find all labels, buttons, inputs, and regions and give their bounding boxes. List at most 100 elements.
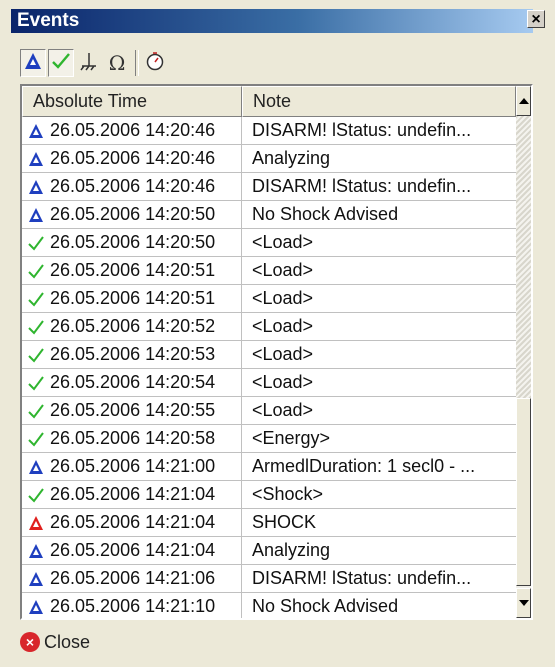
time-text: 26.05.2006 14:21:04: [50, 484, 216, 504]
table-row[interactable]: 26.05.2006 14:20:50 <Load>: [22, 229, 516, 257]
cell-time: 26.05.2006 14:20:50: [22, 229, 242, 256]
close-label: Close: [44, 631, 91, 652]
cell-note: DISARM! lStatus: undefin...: [252, 176, 472, 196]
checkmark-icon: [26, 485, 46, 505]
cell-time: 26.05.2006 14:21:06: [22, 565, 242, 592]
table-row[interactable]: 26.05.2006 14:21:04 Analyzing: [22, 537, 516, 565]
table-row[interactable]: 26.05.2006 14:20:46 DISARM! lStatus: unde…: [22, 173, 516, 201]
time-text: 26.05.2006 14:20:51: [50, 288, 216, 308]
table-row[interactable]: 26.05.2006 14:20:51 <Load>: [22, 285, 516, 313]
toolbar-separator: [135, 50, 139, 76]
blue-analysis-icon: [26, 121, 46, 141]
cell-note: DISARM! lStatus: undefin...: [252, 120, 472, 140]
cell-time: 26.05.2006 14:20:50: [22, 201, 242, 228]
cell-time: 26.05.2006 14:20:51: [22, 285, 242, 312]
cell-time: 26.05.2006 14:20:46: [22, 117, 242, 144]
table-row[interactable]: 26.05.2006 14:20:51 <Load>: [22, 257, 516, 285]
time-text: 26.05.2006 14:21:00: [50, 456, 216, 476]
time-text: 26.05.2006 14:21:06: [50, 568, 216, 588]
cell-time: 26.05.2006 14:21:10: [22, 593, 242, 618]
table-row[interactable]: 26.05.2006 14:20:52 <Load>: [22, 313, 516, 341]
cell-time: 26.05.2006 14:20:54: [22, 369, 242, 396]
events-window: Events × Ω Absolute Time Note 26.05.2006…: [0, 0, 555, 667]
column-header-absolute-time[interactable]: Absolute Time: [22, 86, 242, 117]
timer-button[interactable]: [142, 49, 168, 77]
checkmark-icon: [26, 317, 46, 337]
filter-omega-button[interactable]: Ω: [104, 49, 130, 77]
cell-time: 26.05.2006 14:20:58: [22, 425, 242, 452]
cell-note: <Shock>: [252, 484, 324, 504]
time-text: 26.05.2006 14:20:53: [50, 344, 216, 364]
checkmark-icon: [51, 52, 71, 75]
scrollbar-thumb[interactable]: [516, 398, 531, 586]
time-text: 26.05.2006 14:20:46: [50, 148, 216, 168]
table-body: 26.05.2006 14:20:46 DISARM! lStatus: unde…: [22, 117, 516, 618]
table-row[interactable]: 26.05.2006 14:20:58 <Energy>: [22, 425, 516, 453]
time-text: 26.05.2006 14:20:50: [50, 204, 216, 224]
cell-time: 26.05.2006 14:21:04: [22, 509, 242, 536]
table-row[interactable]: 26.05.2006 14:20:46 Analyzing: [22, 145, 516, 173]
table-row[interactable]: 26.05.2006 14:20:55 <Load>: [22, 397, 516, 425]
time-text: 26.05.2006 14:20:55: [50, 400, 216, 420]
scroll-up-button[interactable]: [516, 86, 531, 116]
time-text: 26.05.2006 14:20:50: [50, 232, 216, 252]
vertical-scrollbar[interactable]: [516, 86, 531, 618]
time-text: 26.05.2006 14:21:10: [50, 596, 216, 616]
table-row[interactable]: 26.05.2006 14:20:53 <Load>: [22, 341, 516, 369]
cell-time: 26.05.2006 14:20:46: [22, 145, 242, 172]
cell-note: Analyzing: [252, 540, 331, 560]
cell-time: 26.05.2006 14:20:51: [22, 257, 242, 284]
cell-note: Analyzing: [252, 148, 331, 168]
cell-time: 26.05.2006 14:21:00: [22, 453, 242, 480]
cell-note: DISARM! lStatus: undefin...: [252, 568, 472, 588]
filter-check-button[interactable]: [48, 49, 74, 77]
checkmark-icon: [26, 345, 46, 365]
cell-note: <Load>: [252, 260, 314, 280]
table-row[interactable]: 26.05.2006 14:21:10 No Shock Advised: [22, 593, 516, 618]
blue-analysis-icon: [26, 177, 46, 197]
window-close-button[interactable]: ×: [527, 10, 545, 28]
checkmark-icon: [26, 401, 46, 421]
time-text: 26.05.2006 14:20:52: [50, 316, 216, 336]
cell-note: ArmedlDuration: 1 secl0 - ...: [252, 456, 476, 476]
cell-time: 26.05.2006 14:21:04: [22, 537, 242, 564]
scrollbar-track[interactable]: [516, 116, 531, 398]
filter-ground-button[interactable]: [76, 49, 102, 77]
table-row[interactable]: 26.05.2006 14:21:04 <Shock>: [22, 481, 516, 509]
checkmark-icon: [26, 429, 46, 449]
triangle-a-icon: [24, 52, 42, 75]
cell-note: <Load>: [252, 232, 314, 252]
table-row[interactable]: 26.05.2006 14:21:00 ArmedlDuration: 1 sec…: [22, 453, 516, 481]
checkmark-icon: [26, 289, 46, 309]
table-row[interactable]: 26.05.2006 14:21:04 SHOCK: [22, 509, 516, 537]
cell-note: SHOCK: [252, 512, 317, 532]
time-text: 26.05.2006 14:20:54: [50, 372, 216, 392]
cell-time: 26.05.2006 14:20:52: [22, 313, 242, 340]
time-text: 26.05.2006 14:20:46: [50, 120, 216, 140]
table-header: Absolute Time Note: [22, 86, 516, 117]
toolbar: Ω: [20, 47, 220, 79]
time-text: 26.05.2006 14:21:04: [50, 512, 216, 532]
table-row[interactable]: 26.05.2006 14:20:50 No Shock Advised: [22, 201, 516, 229]
cell-time: 26.05.2006 14:20:46: [22, 173, 242, 200]
time-text: 26.05.2006 14:20:51: [50, 260, 216, 280]
title-bar: Events: [11, 9, 533, 33]
filter-analysis-button[interactable]: [20, 49, 46, 77]
blue-analysis-icon: [26, 597, 46, 617]
blue-analysis-icon: [26, 149, 46, 169]
cell-time: 26.05.2006 14:20:53: [22, 341, 242, 368]
table-row[interactable]: 26.05.2006 14:20:46 DISARM! lStatus: unde…: [22, 117, 516, 145]
checkmark-icon: [26, 233, 46, 253]
cell-note: <Load>: [252, 288, 314, 308]
close-button[interactable]: × Close: [20, 628, 90, 656]
scroll-down-button[interactable]: [516, 588, 531, 618]
blue-analysis-icon: [26, 457, 46, 477]
time-text: 26.05.2006 14:21:04: [50, 540, 216, 560]
cell-note: <Load>: [252, 372, 314, 392]
cell-note: <Load>: [252, 316, 314, 336]
table-row[interactable]: 26.05.2006 14:21:06 DISARM! lStatus: unde…: [22, 565, 516, 593]
column-header-note[interactable]: Note: [242, 86, 516, 117]
checkmark-icon: [26, 261, 46, 281]
cell-note: <Load>: [252, 400, 314, 420]
table-row[interactable]: 26.05.2006 14:20:54 <Load>: [22, 369, 516, 397]
